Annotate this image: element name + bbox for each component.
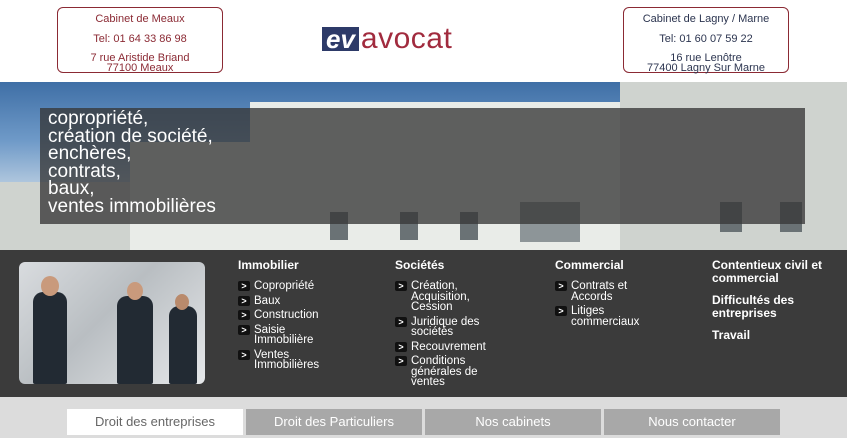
menu-item-label: Litiges commerciaux — [571, 305, 640, 328]
chevron-right-icon: > — [238, 295, 250, 306]
menu-column-commercial: Commercial > Contrats et Accords > Litiges… — [555, 259, 665, 331]
menu-item-ventes-immobilieres[interactable]: > Ventes Immobilières — [238, 348, 338, 371]
chevron-right-icon: > — [395, 281, 407, 291]
business-people-photo — [19, 262, 205, 384]
menu-heading-immobilier[interactable]: Immobilier — [238, 259, 378, 272]
menu-item-label: Copropriété — [254, 280, 315, 292]
logo-avocat: avocat — [360, 22, 453, 55]
menu-item-recouvrement[interactable]: > Recouvrement — [395, 340, 505, 353]
office-lagny-box[interactable]: Cabinet de Lagny / Marne Tel: 01 60 07 5… — [623, 7, 789, 74]
office-meaux-phone: Tel: 01 64 33 86 98 — [93, 33, 187, 45]
chevron-right-icon: > — [238, 349, 250, 360]
menu-item-creation-acquisition-cession[interactable]: > Création, Acquisition, Cession — [395, 280, 505, 313]
menu-column-civil: Contentieux civil et commercial Difficul… — [712, 259, 840, 351]
tab-nos-cabinets[interactable]: Nos cabinets — [425, 409, 601, 435]
menu-item-label: Juridique des sociétés — [411, 315, 480, 338]
office-lagny-phone: Tel: 01 60 07 59 22 — [659, 33, 753, 45]
menu-item-juridique-des-societes[interactable]: > Juridique des sociétés — [395, 315, 505, 338]
office-lagny-title: Cabinet de Lagny / Marne — [642, 13, 770, 25]
office-meaux-title: Cabinet de Meaux — [95, 13, 185, 25]
person-head — [175, 294, 189, 310]
hero-line: baux, — [48, 178, 95, 199]
hero-banner: copropriété, création de société, enchèr… — [0, 82, 847, 250]
menu-item-construction[interactable]: > Construction — [238, 309, 378, 321]
menu-item-label: Création, Acquisition, Cession — [411, 280, 470, 313]
chevron-right-icon: > — [238, 310, 250, 320]
chevron-right-icon: > — [238, 324, 250, 335]
menu-item-label: Ventes Immobilières — [254, 348, 320, 371]
menu-item-label: Saisie Immobilière — [254, 323, 314, 346]
person-silhouette — [33, 292, 67, 384]
menu-column-immobilier: Immobilier > Copropriété > Baux > Construct… — [238, 259, 378, 375]
site-header: Cabinet de Meaux Tel: 01 64 33 86 98 7 r… — [0, 0, 847, 82]
tab-droit-des-particuliers[interactable]: Droit des Particuliers — [246, 409, 422, 435]
practice-areas-menu: Immobilier > Copropriété > Baux > Construct… — [0, 250, 847, 397]
person-head — [127, 282, 143, 300]
chevron-right-icon: > — [555, 281, 567, 291]
menu-item-contrats-accords[interactable]: > Contrats et Accords — [555, 280, 655, 303]
bottom-tab-bar: Droit des entreprises Droit des Particul… — [0, 397, 847, 438]
chevron-right-icon: > — [395, 356, 407, 366]
menu-heading-commercial[interactable]: Commercial — [555, 259, 665, 272]
hero-tagline: copropriété, création de société, enchèr… — [48, 108, 216, 217]
logo-ev: ev — [322, 26, 359, 52]
office-meaux-box[interactable]: Cabinet de Meaux Tel: 01 64 33 86 98 7 r… — [57, 7, 223, 74]
menu-item-conditions-generales[interactable]: > Conditions générales de ventes — [395, 355, 505, 388]
menu-item-litiges-commerciaux[interactable]: > Litiges commerciaux — [555, 305, 665, 328]
chevron-right-icon: > — [395, 341, 407, 352]
chevron-right-icon: > — [395, 316, 407, 327]
menu-item-label: Contrats et Accords — [571, 280, 628, 303]
office-meaux-address-line2: 77100 Meaux — [106, 62, 174, 74]
site-logo[interactable]: ev avocat — [322, 22, 453, 55]
menu-heading-contentieux[interactable]: Contentieux civil et commercial — [712, 259, 840, 285]
menu-item-label: Baux — [254, 294, 281, 307]
chevron-right-icon: > — [238, 281, 250, 291]
menu-item-copropriete[interactable]: > Copropriété — [238, 280, 378, 292]
tab-droit-des-entreprises[interactable]: Droit des entreprises — [67, 409, 243, 435]
person-head — [41, 276, 59, 296]
person-silhouette — [117, 296, 153, 384]
menu-heading-societes[interactable]: Sociétés — [395, 259, 505, 272]
menu-heading-difficultes[interactable]: Difficultés des entreprises — [712, 294, 840, 320]
person-silhouette — [169, 306, 197, 384]
menu-item-label: Construction — [254, 309, 319, 321]
menu-item-label: Conditions générales de ventes — [411, 355, 478, 388]
menu-item-saisie-immobiliere[interactable]: > Saisie Immobilière — [238, 323, 338, 346]
menu-column-societes: Sociétés > Création, Acquisition, Cession… — [395, 259, 505, 392]
tab-nous-contacter[interactable]: Nous contacter — [604, 409, 780, 435]
hero-line: enchères, — [48, 143, 132, 164]
office-lagny-address-line2: 77400 Lagny Sur Marne — [646, 62, 766, 74]
menu-item-label: Recouvrement — [411, 340, 486, 353]
menu-heading-travail[interactable]: Travail — [712, 329, 840, 342]
menu-item-baux[interactable]: > Baux — [238, 294, 378, 307]
hero-line: copropriété, — [48, 108, 149, 129]
hero-line: ventes immobilières — [48, 195, 216, 217]
chevron-right-icon: > — [555, 306, 567, 316]
